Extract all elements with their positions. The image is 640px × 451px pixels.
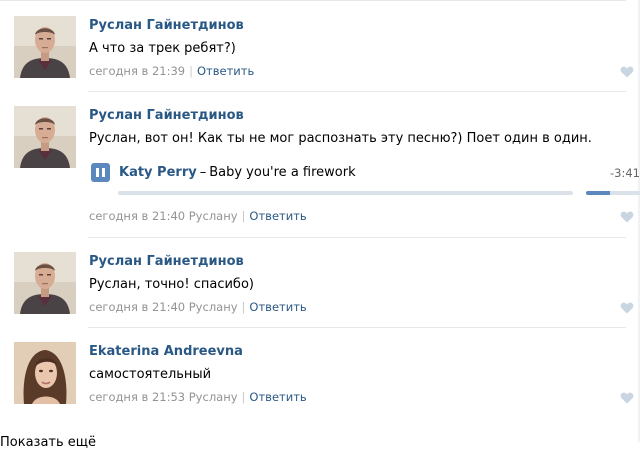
comment-meta: сегодня в 21:53 Руслану | Ответить	[89, 390, 307, 405]
comment-author[interactable]: Ekaterina Andreevna	[89, 343, 243, 360]
track-title: Katy Perry – Baby you're a firework	[119, 164, 356, 181]
audio-attachment: Katy Perry – Baby you're a firework -3:41	[89, 160, 640, 196]
top-divider	[0, 0, 626, 1]
track-duration[interactable]: -3:41	[610, 166, 640, 180]
heart-icon[interactable]	[620, 66, 634, 78]
comment-author[interactable]: Руслан Гайнетдинов	[89, 107, 244, 124]
reply-link[interactable]: Ответить	[249, 209, 306, 223]
comment-divider	[88, 327, 626, 328]
avatar-ekaterina-image	[14, 342, 76, 404]
comment-text: самостоятельный	[89, 367, 212, 382]
heart-icon[interactable]	[620, 211, 634, 223]
comment-text: Руслан, точно! спасибо)	[89, 277, 254, 292]
reply-link[interactable]: Ответить	[249, 300, 306, 314]
pause-button[interactable]	[91, 163, 110, 182]
comment-divider	[88, 91, 626, 92]
comment-date[interactable]: сегодня в 21:40	[89, 209, 185, 223]
comment-meta: сегодня в 21:39 | Ответить	[89, 64, 254, 79]
avatar-ruslan-image	[14, 252, 76, 314]
avatar-ruslan-image	[14, 16, 76, 78]
comment-text: Руслан, вот он! Как ты не мог распознать…	[89, 131, 592, 146]
heart-icon[interactable]	[620, 392, 634, 404]
track-artist[interactable]: Katy Perry	[119, 165, 197, 180]
comment-divider	[88, 237, 626, 238]
comments-list: Руслан Гайнетдинов А что за трек ребят?)…	[0, 0, 640, 450]
reply-to[interactable]: Руслану	[189, 300, 238, 314]
avatar[interactable]	[14, 342, 76, 404]
comment-date[interactable]: сегодня в 21:40	[89, 300, 185, 314]
audio-progress-bar[interactable]	[118, 191, 573, 195]
comment-meta: сегодня в 21:40 Руслану | Ответить	[89, 300, 307, 315]
reply-link[interactable]: Ответить	[197, 64, 254, 78]
reply-to[interactable]: Руслану	[189, 390, 238, 404]
track-name[interactable]: Baby you're a firework	[209, 165, 355, 180]
comment-date[interactable]: сегодня в 21:53	[89, 390, 185, 404]
meta-separator: |	[189, 64, 193, 78]
show-more-link[interactable]: Показать ещё	[0, 434, 96, 451]
reply-link[interactable]: Ответить	[249, 390, 306, 404]
meta-separator: |	[241, 390, 246, 404]
comment-date[interactable]: сегодня в 21:39	[89, 64, 185, 78]
volume-fill	[586, 191, 611, 195]
comment-meta: сегодня в 21:40 Руслану | Ответить	[89, 209, 307, 224]
avatar[interactable]	[14, 252, 76, 314]
avatar[interactable]	[14, 106, 76, 168]
track-dash: –	[199, 165, 207, 180]
comment-author[interactable]: Руслан Гайнетдинов	[89, 253, 244, 270]
avatar-ruslan-image	[14, 106, 76, 168]
comment-author[interactable]: Руслан Гайнетдинов	[89, 17, 244, 34]
reply-to[interactable]: Руслану	[189, 209, 238, 223]
meta-separator: |	[241, 209, 246, 223]
meta-separator: |	[241, 300, 246, 314]
comment-text: А что за трек ребят?)	[89, 41, 236, 56]
avatar[interactable]	[14, 16, 76, 78]
heart-icon[interactable]	[620, 302, 634, 314]
volume-slider[interactable]	[586, 191, 640, 195]
